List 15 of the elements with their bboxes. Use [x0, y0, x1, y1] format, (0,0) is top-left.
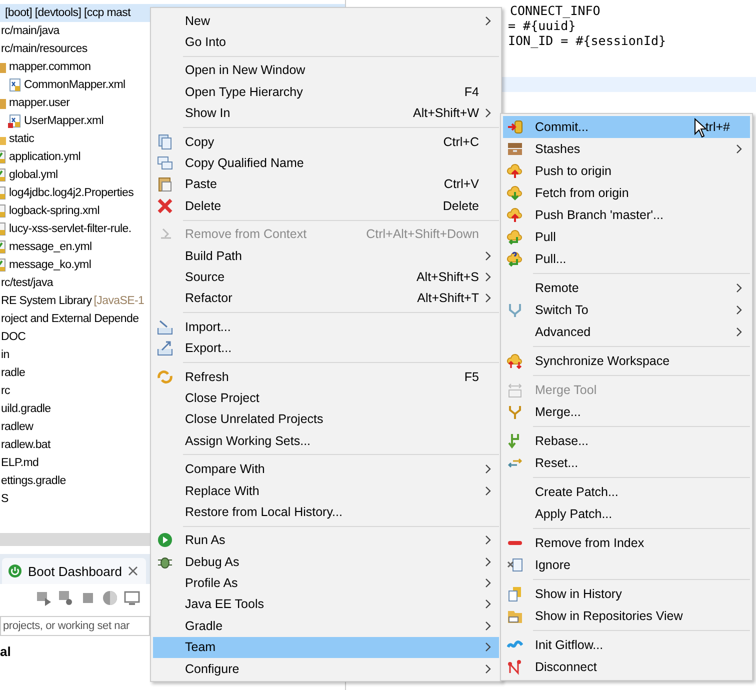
shortcut-text: Ctrl+V [444, 177, 480, 192]
code-line: ION_ID = #{sessionId} [508, 33, 666, 48]
code-line: = #{uuid} [508, 18, 576, 33]
shortcut-text: trl+# [705, 120, 731, 134]
shortcut-text: Alt+Shift+S [416, 270, 480, 284]
group-label: al [0, 644, 11, 659]
shortcut-text: F4 [464, 84, 480, 99]
code-line: CONNECT_INFO [510, 3, 600, 18]
shortcut-text: Ctrl+C [443, 134, 480, 149]
shortcut-text: Ctrl+Alt+Shift+Down [366, 227, 480, 242]
shortcut-text: Alt+Shift+W [413, 106, 480, 120]
tree-decoration: [JavaSE-1 [94, 295, 144, 307]
shortcut-text: F5 [464, 370, 480, 384]
shortcut-text: Delete [442, 198, 480, 213]
shortcut-text: Alt+Shift+T [417, 291, 480, 306]
